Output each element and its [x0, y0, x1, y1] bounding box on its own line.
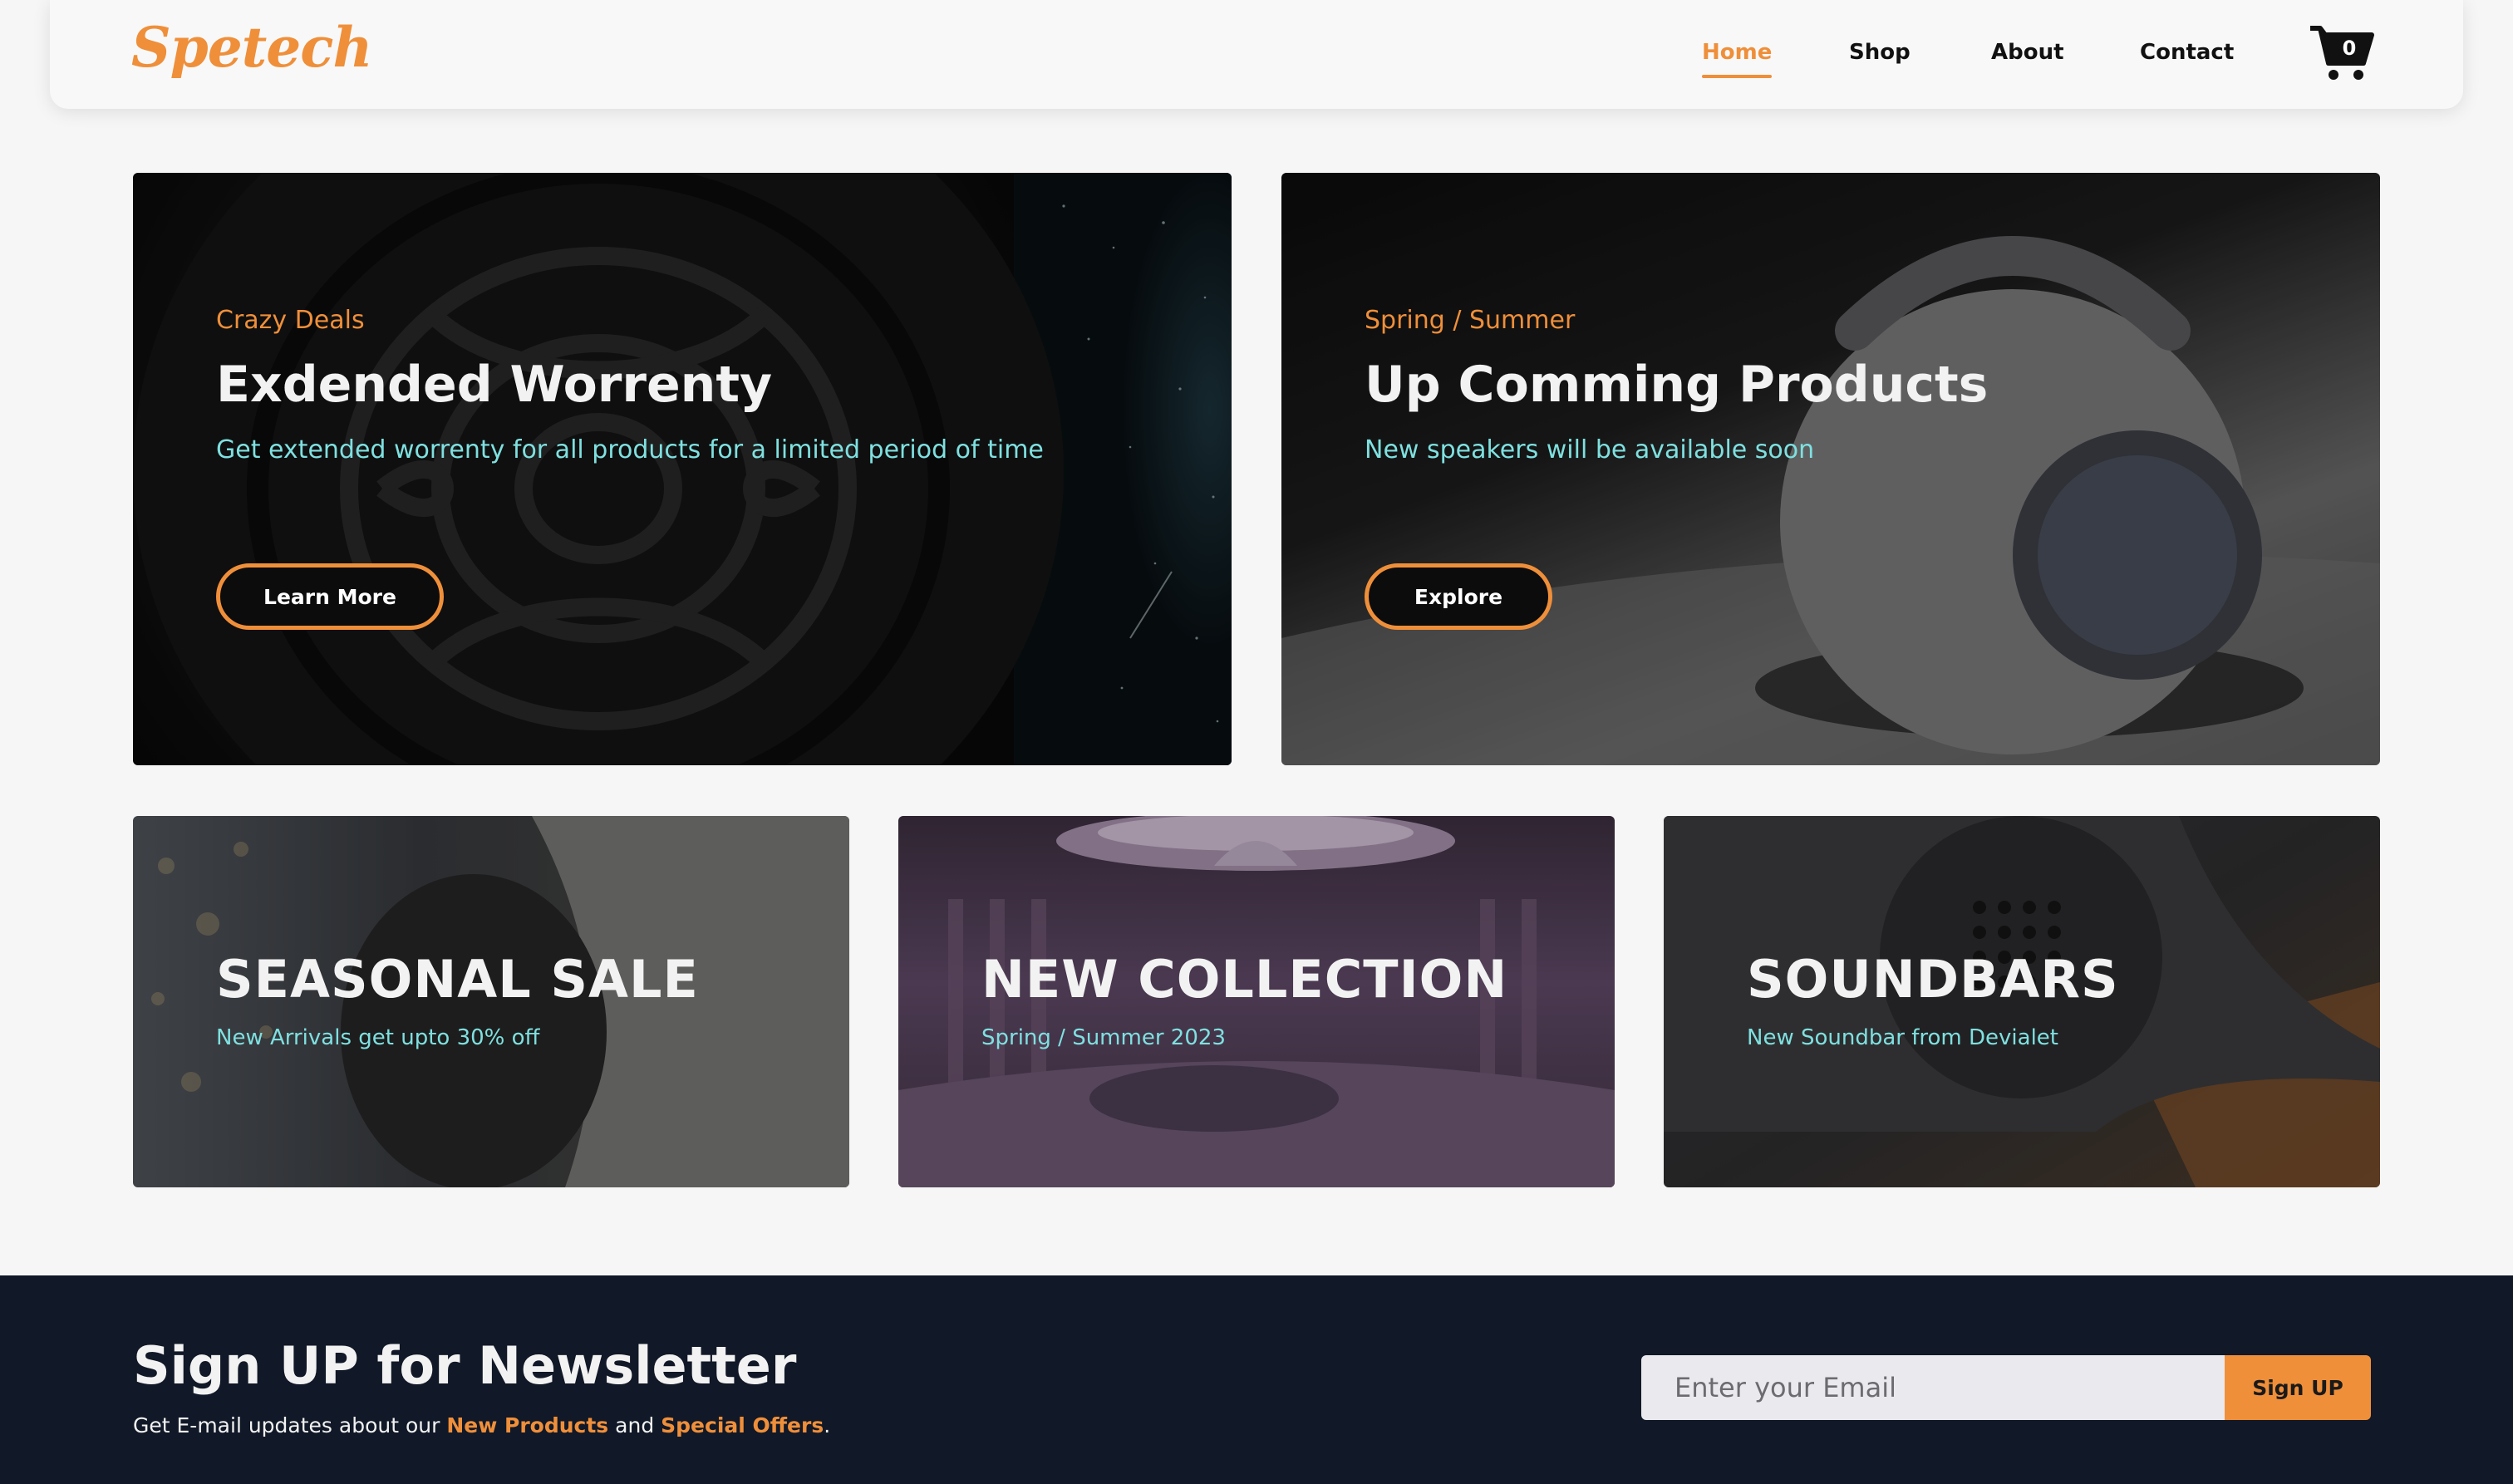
image-overlay [1281, 173, 2380, 765]
newsletter-description: Get E-mail updates about our New Product… [133, 1413, 830, 1437]
cart-count-badge: 0 [2342, 37, 2357, 60]
hero-card-upcoming[interactable]: Spring / Summer Up Comming Products New … [1281, 173, 2380, 765]
tile-subtitle: Spring / Summer 2023 [981, 1025, 1226, 1050]
tile-title: SOUNDBARS [1747, 949, 2119, 1010]
highlight-new-products: New Products [446, 1413, 609, 1437]
explore-button[interactable]: Explore [1365, 563, 1552, 630]
newsletter-title: Sign UP for Newsletter [133, 1335, 797, 1396]
site-header: Spetech Home Shop About Contact 0 [50, 0, 2463, 109]
newsletter-text-suffix: . [824, 1413, 831, 1437]
nav-contact[interactable]: Contact [2140, 40, 2234, 65]
hero-subtitle: Get extended worrenty for all products f… [216, 435, 1044, 464]
nav-shop[interactable]: Shop [1849, 40, 1911, 65]
nav-home[interactable]: Home [1702, 40, 1773, 78]
logo[interactable]: Spetech [131, 15, 372, 80]
newsletter-section: Sign UP for Newsletter Get E-mail update… [0, 1275, 2513, 1484]
hero-subtitle: New speakers will be available soon [1365, 435, 1815, 464]
tile-subtitle: New Arrivals get upto 30% off [216, 1025, 540, 1050]
tile-subtitle: New Soundbar from Devialet [1747, 1025, 2058, 1050]
learn-more-button[interactable]: Learn More [216, 563, 444, 630]
hero-title: Up Comming Products [1365, 356, 1989, 414]
hero-card-deals[interactable]: Crazy Deals Exdended Worrenty Get extend… [133, 173, 1232, 765]
tile-new-collection[interactable]: NEW COLLECTION Spring / Summer 2023 [898, 816, 1615, 1187]
hero-eyebrow: Crazy Deals [216, 306, 365, 335]
sign-up-button[interactable]: Sign UP [2225, 1355, 2371, 1420]
tile-soundbars[interactable]: SOUNDBARS New Soundbar from Devialet [1664, 816, 2380, 1187]
newsletter-text-middle: and [608, 1413, 661, 1437]
newsletter-text-prefix: Get E-mail updates about our [133, 1413, 447, 1437]
image-overlay [133, 173, 1232, 765]
tile-title: SEASONAL SALE [216, 949, 699, 1010]
tile-seasonal-sale[interactable]: SEASONAL SALE New Arrivals get upto 30% … [133, 816, 849, 1187]
nav-about[interactable]: About [1991, 40, 2064, 65]
hero-title: Exdended Worrenty [216, 356, 773, 414]
highlight-special-offers: Special Offers [661, 1413, 824, 1437]
tile-title: NEW COLLECTION [981, 949, 1508, 1010]
hero-eyebrow: Spring / Summer [1365, 306, 1576, 335]
email-input[interactable] [1641, 1355, 2225, 1420]
